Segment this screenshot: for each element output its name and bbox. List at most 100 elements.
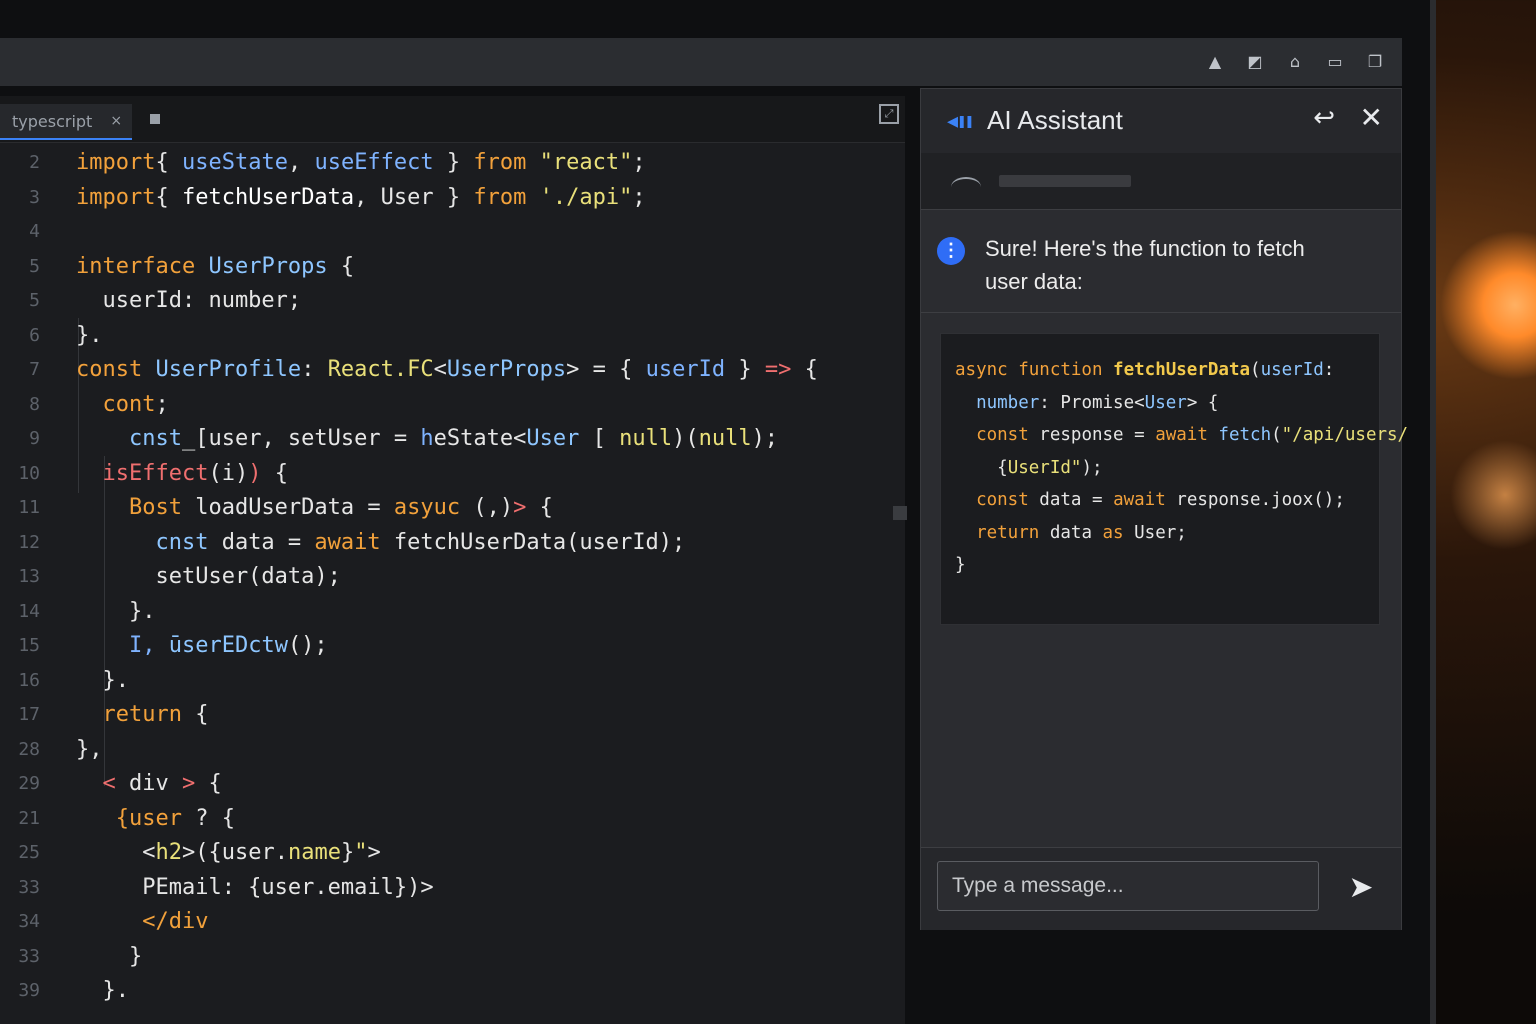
code-token: fetch: [1207, 425, 1272, 445]
code-token: div: [128, 771, 182, 796]
code-token: :: [1323, 360, 1335, 380]
code-token: > {: [1186, 392, 1219, 413]
code-token: number: [955, 392, 1040, 413]
code-token: data =: [208, 529, 315, 555]
code-snippet[interactable]: async function fetchUserData(userId: num…: [940, 333, 1408, 625]
code-editor[interactable]: typescript × ⤢ 2 3 4 5 5 6 7 8 9 10 11 12 13 14 15 16 17…: [0, 96, 907, 1024]
scrollbar-thumb[interactable]: [893, 506, 907, 520]
code-token: )(: [672, 426, 699, 451]
code-token: cont: [76, 391, 156, 417]
code-token: userId: [645, 357, 726, 382]
edit-icon[interactable]: ◩: [1246, 54, 1264, 70]
code-token: return: [76, 702, 182, 727]
code-token: import: [76, 184, 156, 210]
code-token: const: [76, 357, 143, 382]
code-token: <: [76, 840, 156, 865]
code-token: > = {: [566, 357, 646, 382]
code-token: eState<: [433, 426, 527, 451]
code-token: PEmail: {user.email})>: [76, 874, 434, 900]
code-token: User;: [1123, 522, 1187, 543]
code-line: interface UserProps {: [76, 250, 818, 285]
line-number: 33: [18, 876, 40, 898]
tab-typescript[interactable]: typescript ×: [0, 104, 132, 140]
code-token: {: [791, 357, 818, 382]
line-number: 6: [29, 324, 40, 346]
close-icon[interactable]: ✕: [1360, 101, 1383, 134]
code-line: }.: [76, 595, 818, 630]
message-text: Sure! Here's the function to fetch user …: [985, 236, 1305, 294]
expand-icon[interactable]: ⤢: [879, 104, 899, 124]
code-token: : Promise<: [1039, 392, 1145, 413]
code-token: :: [301, 357, 328, 382]
tab-close-icon[interactable]: ×: [110, 113, 122, 129]
code-token: h: [420, 426, 434, 451]
code-line: }.: [76, 664, 818, 699]
line-number: 8: [29, 393, 40, 415]
snippet-line: number: Promise<User> {: [955, 387, 1365, 420]
code-token: response =: [1028, 425, 1156, 445]
code-token: data: [1039, 522, 1103, 543]
code-token: await: [1155, 425, 1208, 445]
editor-tab-bar: typescript × ⤢: [0, 96, 905, 143]
code-line: cnst_[user, setUser = heState<User [ nul…: [76, 422, 818, 457]
code-token: (: [1250, 360, 1261, 380]
line-number: 15: [18, 635, 40, 656]
code-token: userId: [1260, 360, 1324, 380]
copy-icon[interactable]: ❐: [1366, 54, 1384, 70]
assistant-message: ⋮ Sure! Here's the function to fetch use…: [921, 210, 1401, 313]
code-token: ūserEDctw: [155, 633, 288, 658]
code-line: setUser(data);: [76, 560, 818, 595]
code-token: }.: [76, 322, 103, 348]
code-line: cont;: [76, 388, 818, 423]
code-line: }.: [76, 974, 818, 1009]
line-number: 39: [18, 980, 40, 1001]
code-token: ;: [155, 391, 169, 417]
code-line: I, ūserEDctw();: [76, 629, 818, 664]
notification-icon[interactable]: ▲: [1206, 54, 1224, 70]
loading-indicator: [921, 153, 1401, 210]
line-number: 9: [29, 428, 40, 449]
code-line: isEffect(i)) {: [76, 457, 818, 492]
window-icon[interactable]: ▭: [1326, 54, 1344, 70]
code-token: UserProfile: [142, 357, 302, 382]
code-token: {user: [76, 805, 182, 831]
tab-label: typescript: [12, 111, 93, 131]
background-light-glow: [1440, 230, 1536, 380]
snippet-line: {UserId");: [955, 452, 1365, 485]
code-token: {: [155, 184, 182, 210]
unsaved-tab-icon[interactable]: [150, 114, 160, 124]
reply-icon[interactable]: ↩: [1313, 103, 1335, 133]
code-token: await: [1113, 490, 1166, 510]
code-token: }: [340, 840, 355, 865]
code-token: {: [208, 771, 222, 796]
snippet-line: const response = await fetch("/api/users…: [955, 419, 1408, 452]
code-token: {: [327, 253, 355, 279]
assistant-logo-icon: ◂ıı: [947, 109, 974, 134]
code-token: ? {: [181, 805, 235, 831]
code-token: as: [1102, 522, 1124, 543]
line-number: 11: [18, 497, 40, 518]
code-token: <: [433, 357, 447, 382]
code-token: UserProps: [195, 253, 328, 279]
message-input[interactable]: [937, 861, 1319, 911]
message-composer: ➤: [921, 847, 1401, 930]
send-icon[interactable]: ➤: [1341, 870, 1381, 906]
code-line: import{ fetchUserData, User } from './ap…: [76, 181, 818, 216]
code-token: await: [314, 529, 381, 555]
code-token: import: [76, 150, 156, 175]
code-token: UserProps: [446, 357, 567, 382]
code-token: const: [955, 425, 1029, 445]
code-token: cnst: [76, 529, 209, 555]
cloud-icon[interactable]: ⌂: [1286, 54, 1304, 70]
code-token: >: [513, 495, 540, 520]
code-token: }: [725, 357, 765, 382]
line-number: 33: [18, 945, 40, 967]
line-number: 34: [18, 911, 40, 932]
code-area[interactable]: import{ useState, useEffect } from "reac…: [76, 146, 818, 1009]
code-token: I,: [76, 633, 156, 658]
background-light-glow: [1450, 440, 1536, 550]
code-token: null: [619, 426, 673, 451]
code-token: [: [579, 426, 620, 451]
code-token: }.: [76, 978, 129, 1003]
code-token: User: [1144, 392, 1187, 413]
